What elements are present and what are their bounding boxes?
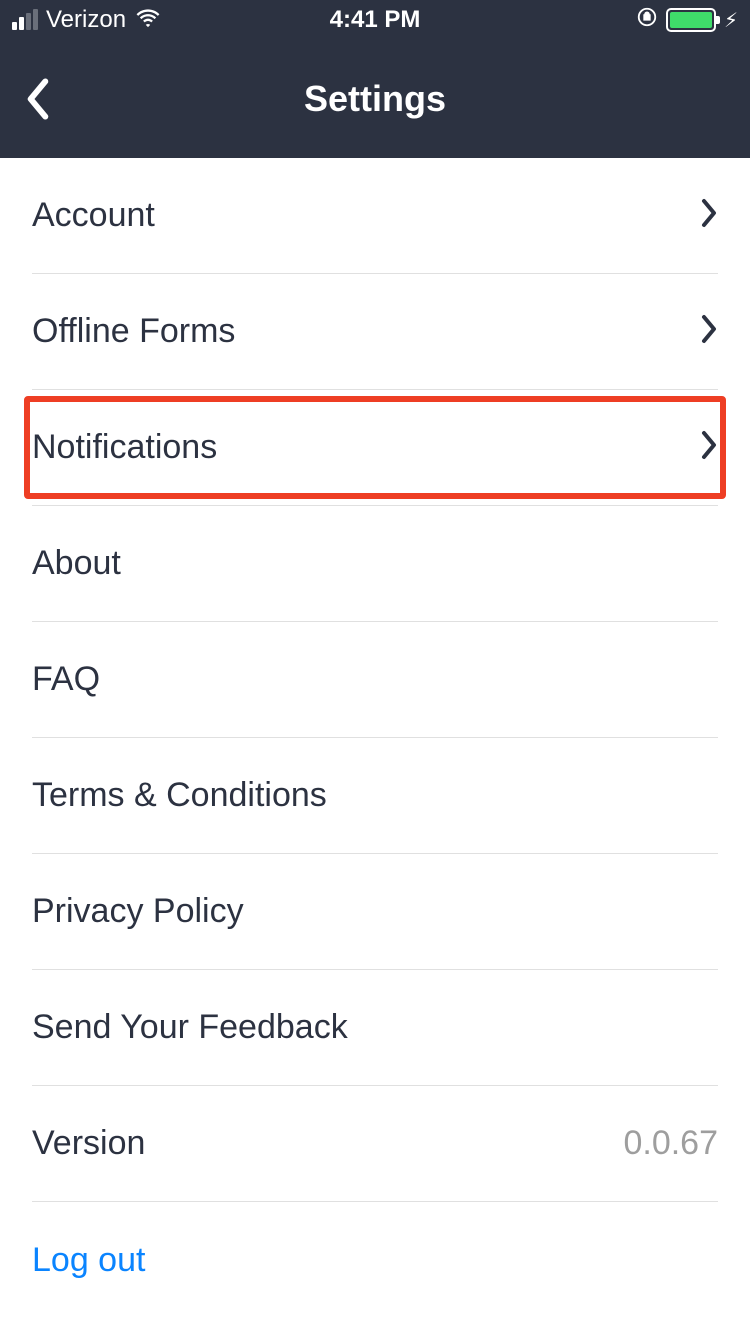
logout-label: Log out bbox=[32, 1241, 145, 1280]
status-time: 4:41 PM bbox=[330, 6, 421, 34]
chevron-right-icon bbox=[700, 430, 718, 465]
settings-item-label: Offline Forms bbox=[32, 312, 235, 351]
status-bar: Verizon 4:41 PM ⚡︎ bbox=[0, 0, 750, 40]
back-button[interactable] bbox=[24, 77, 52, 121]
settings-item-label: Account bbox=[32, 196, 155, 235]
chevron-right-icon bbox=[700, 198, 718, 233]
wifi-icon bbox=[134, 3, 162, 38]
settings-item-notifications[interactable]: Notifications bbox=[32, 390, 718, 506]
settings-item-label: Privacy Policy bbox=[32, 892, 244, 931]
settings-item-label: Notifications bbox=[32, 428, 217, 467]
settings-item-label: About bbox=[32, 544, 121, 583]
status-right: ⚡︎ bbox=[636, 6, 738, 35]
settings-list: Account Offline Forms Notifications Abou… bbox=[0, 158, 750, 1318]
settings-item-feedback[interactable]: Send Your Feedback bbox=[32, 970, 718, 1086]
status-left: Verizon bbox=[12, 3, 162, 38]
charging-icon: ⚡︎ bbox=[724, 8, 738, 33]
version-value: 0.0.67 bbox=[623, 1124, 718, 1163]
battery-icon bbox=[666, 8, 716, 32]
settings-item-privacy[interactable]: Privacy Policy bbox=[32, 854, 718, 970]
signal-strength-icon bbox=[12, 10, 38, 30]
header: Settings bbox=[0, 40, 750, 158]
settings-item-label: FAQ bbox=[32, 660, 100, 699]
settings-item-terms[interactable]: Terms & Conditions bbox=[32, 738, 718, 854]
settings-item-offline-forms[interactable]: Offline Forms bbox=[32, 274, 718, 390]
settings-item-label: Terms & Conditions bbox=[32, 776, 327, 815]
orientation-lock-icon bbox=[636, 6, 658, 35]
settings-item-faq[interactable]: FAQ bbox=[32, 622, 718, 738]
settings-item-about[interactable]: About bbox=[32, 506, 718, 622]
settings-item-account[interactable]: Account bbox=[32, 158, 718, 274]
settings-item-label: Version bbox=[32, 1124, 145, 1163]
page-title: Settings bbox=[304, 78, 446, 120]
settings-item-version: Version 0.0.67 bbox=[32, 1086, 718, 1202]
settings-item-label: Send Your Feedback bbox=[32, 1008, 348, 1047]
logout-button[interactable]: Log out bbox=[32, 1202, 718, 1318]
chevron-right-icon bbox=[700, 314, 718, 349]
carrier-label: Verizon bbox=[46, 6, 126, 34]
